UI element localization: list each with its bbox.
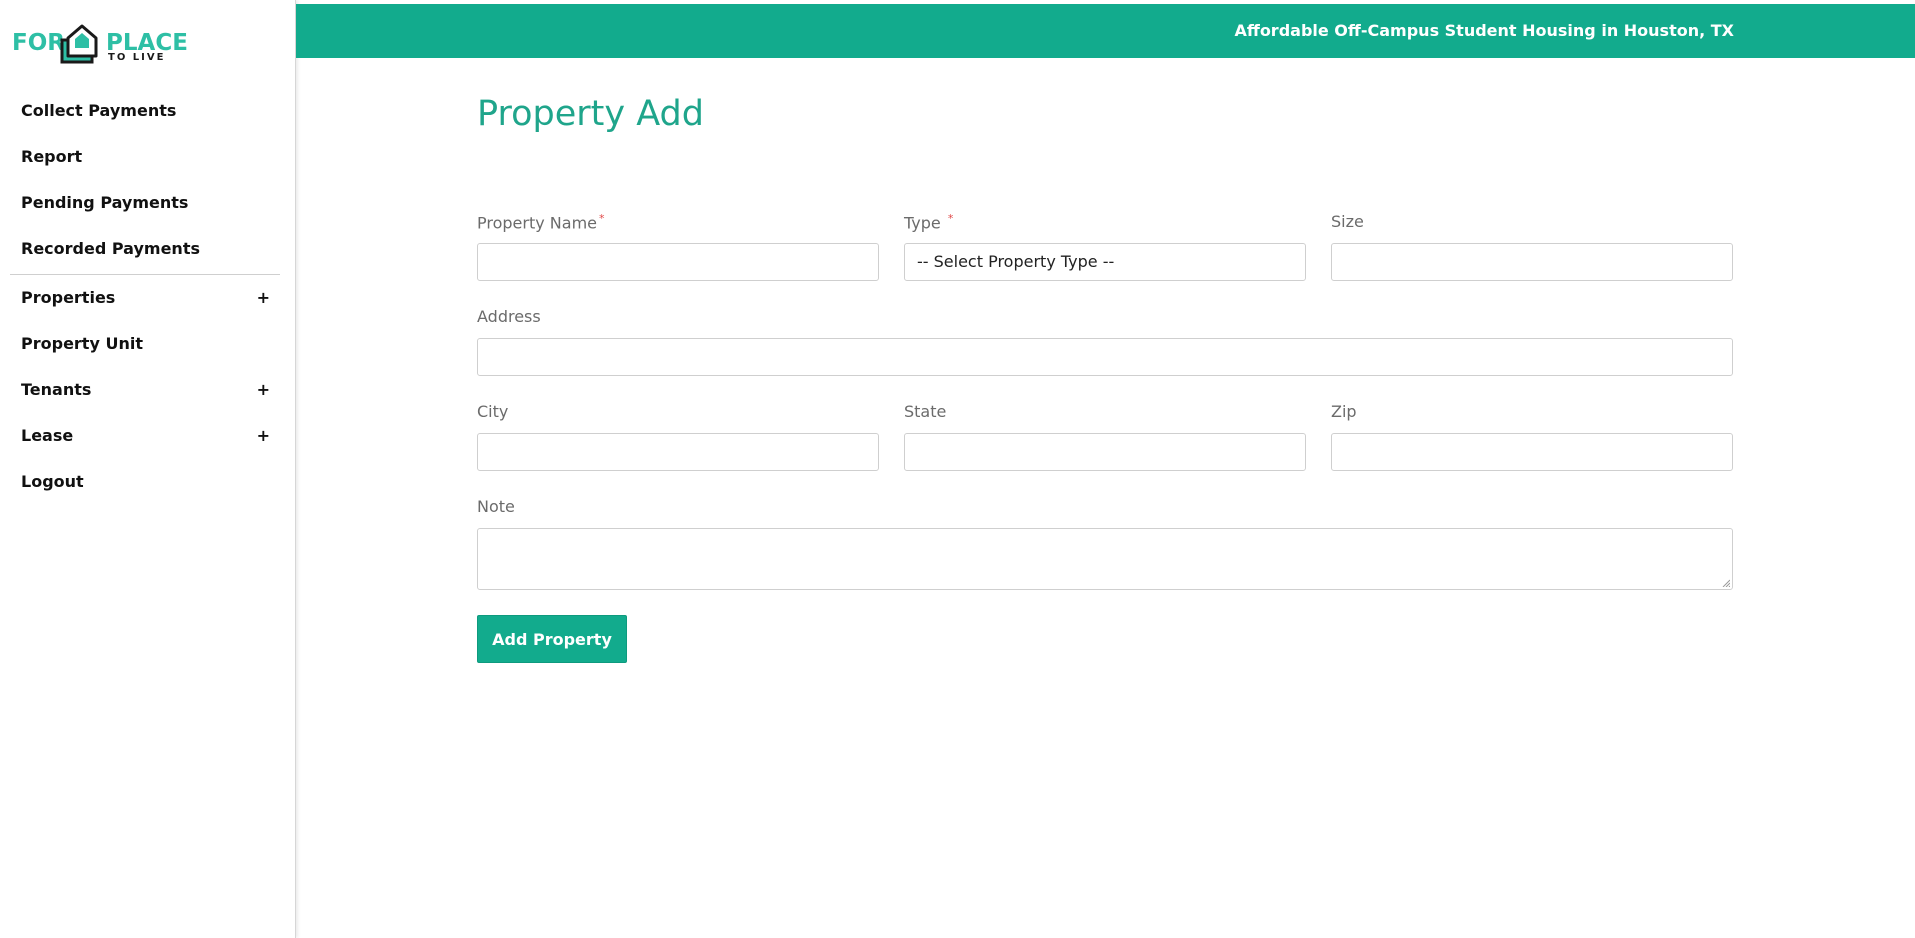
sidebar-item-label: Tenants	[21, 380, 92, 399]
property-name-input[interactable]	[477, 243, 879, 281]
type-label: Type *	[904, 212, 953, 232]
property-name-label: Property Name *	[477, 212, 605, 232]
plus-icon[interactable]: +	[257, 367, 270, 413]
city-input[interactable]	[477, 433, 879, 471]
address-input[interactable]	[477, 338, 1733, 376]
sidebar-item-properties[interactable]: Properties +	[10, 275, 280, 321]
sidebar-item-collect-payments[interactable]: Collect Payments	[10, 88, 280, 134]
sidebar-item-label: Collect Payments	[21, 101, 177, 120]
city-label: City	[477, 402, 509, 421]
sidebar-item-lease[interactable]: Lease +	[10, 413, 280, 459]
state-label: State	[904, 402, 947, 421]
brand-logo[interactable]: FOR PLACE TO LIVE	[12, 18, 188, 68]
plus-icon[interactable]: +	[257, 275, 270, 321]
main-content: Property Add Property Name * Type * -- Se…	[296, 58, 1915, 938]
size-input[interactable]	[1331, 243, 1733, 281]
sidebar-item-pending-payments[interactable]: Pending Payments	[10, 180, 280, 226]
sidebar: FOR PLACE TO LIVE Collect Payments Repor…	[0, 0, 296, 938]
required-mark: *	[947, 212, 954, 225]
sidebar-item-label: Pending Payments	[21, 193, 189, 212]
sidebar-item-label: Property Unit	[21, 334, 143, 353]
page-title: Property Add	[477, 94, 704, 134]
sidebar-nav: Collect Payments Report Pending Payments…	[10, 88, 280, 505]
sidebar-item-report[interactable]: Report	[10, 134, 280, 180]
header-tagline: Affordable Off-Campus Student Housing in…	[1234, 21, 1734, 40]
sidebar-item-label: Properties	[21, 288, 116, 307]
resize-grip-icon[interactable]	[1722, 579, 1730, 587]
sidebar-item-property-unit[interactable]: Property Unit	[10, 321, 280, 367]
property-type-selected: -- Select Property Type --	[917, 252, 1115, 271]
house-icon	[60, 24, 98, 64]
sidebar-item-label: Report	[21, 147, 83, 166]
zip-input[interactable]	[1331, 433, 1733, 471]
sidebar-item-label: Lease	[21, 426, 74, 445]
logo-text-tolive: TO LIVE	[108, 52, 166, 63]
note-textarea[interactable]	[477, 528, 1733, 590]
required-mark: *	[599, 212, 605, 225]
sidebar-item-logout[interactable]: Logout	[10, 459, 280, 505]
note-label: Note	[477, 497, 515, 516]
type-label-text: Type	[904, 213, 941, 233]
sidebar-item-recorded-payments[interactable]: Recorded Payments	[10, 226, 280, 272]
header-bar: Affordable Off-Campus Student Housing in…	[296, 4, 1915, 58]
sidebar-item-label: Recorded Payments	[21, 239, 200, 258]
state-input[interactable]	[904, 433, 1306, 471]
zip-label: Zip	[1331, 402, 1357, 421]
property-name-label-text: Property Name	[477, 213, 597, 233]
add-property-button[interactable]: Add Property	[477, 615, 627, 663]
sidebar-item-tenants[interactable]: Tenants +	[10, 367, 280, 413]
sidebar-item-label: Logout	[21, 472, 84, 491]
address-label: Address	[477, 307, 541, 326]
property-type-select[interactable]: -- Select Property Type --	[904, 243, 1306, 281]
plus-icon[interactable]: +	[257, 413, 270, 459]
size-label: Size	[1331, 212, 1364, 231]
